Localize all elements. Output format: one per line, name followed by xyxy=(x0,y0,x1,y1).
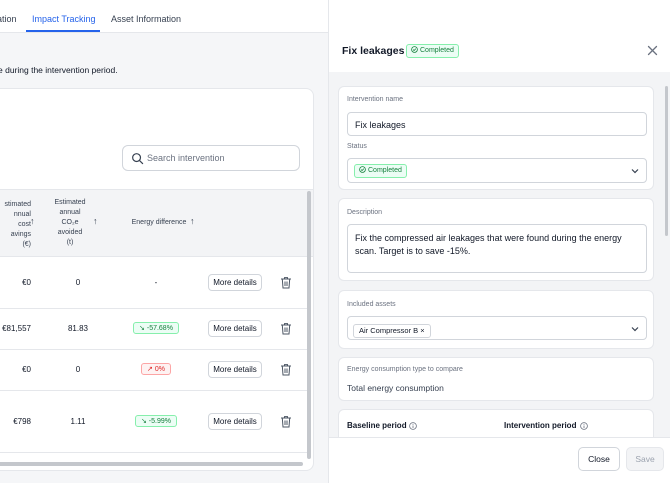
search-input[interactable]: Search intervention xyxy=(122,145,300,171)
search-icon xyxy=(132,153,144,165)
cost-savings-cell: €798 xyxy=(13,417,31,426)
energy-difference-cell: ↗ 0% xyxy=(121,363,191,375)
tab-information[interactable]: ation xyxy=(0,14,17,24)
energy-difference-cell: ↘ -5.99% xyxy=(121,415,191,427)
description-textarea[interactable]: Fix the compressed air leakages that wer… xyxy=(347,224,647,273)
drawer-title: Fix leakages xyxy=(342,45,405,57)
energy-difference-cell: - xyxy=(154,278,158,287)
more-details-button[interactable]: More details xyxy=(208,274,262,291)
included-assets-label: Included assets xyxy=(347,301,396,308)
header-energy-difference[interactable]: Energy difference xyxy=(119,218,199,228)
included-assets-section: Included assets Air Compressor B × xyxy=(338,290,654,349)
energy-difference-badge: ↘ -5.99% xyxy=(135,415,177,427)
intervention-name-label: Intervention name xyxy=(347,96,404,103)
asset-tag[interactable]: Air Compressor B × xyxy=(353,324,431,338)
sort-arrow-icon[interactable]: ↑ xyxy=(30,216,35,226)
check-circle-icon xyxy=(411,46,418,53)
baseline-period-label: Baseline period xyxy=(347,421,407,430)
drawer-scrollbar[interactable] xyxy=(665,86,669,438)
more-details-button[interactable]: More details xyxy=(208,361,262,378)
intervention-drawer: Fix leakages Completed Intervention name… xyxy=(328,0,670,483)
cost-savings-cell: €81,557 xyxy=(2,324,31,333)
sort-arrow-icon[interactable]: ↑ xyxy=(93,216,98,226)
check-circle-icon xyxy=(359,166,366,173)
trash-icon[interactable] xyxy=(280,276,292,289)
sort-arrow-icon[interactable]: ↑ xyxy=(190,216,195,226)
info-icon[interactable] xyxy=(580,422,588,430)
trash-icon[interactable] xyxy=(280,363,292,376)
status-select[interactable]: Completed xyxy=(347,158,647,183)
energy-difference-badge: ↘ -57.68% xyxy=(133,322,179,334)
energy-difference-badge: ↗ 0% xyxy=(141,363,171,375)
intro-text: e during the intervention period. xyxy=(0,65,118,75)
more-details-button[interactable]: More details xyxy=(208,413,262,430)
drawer-footer: Close Save xyxy=(329,437,670,483)
tab-asset-information[interactable]: Asset Information xyxy=(111,14,181,24)
status-badge: Completed xyxy=(406,44,459,58)
energy-type-value: Total energy consumption xyxy=(347,383,444,393)
status-badge-label: Completed xyxy=(420,47,454,54)
energy-difference-cell: ↘ -57.68% xyxy=(121,322,191,334)
header-cost-savings[interactable]: stimated nnual cost avings (€) xyxy=(0,200,31,250)
header-co2-avoided[interactable]: Estimated annual CO₂e avoided (t) xyxy=(49,198,91,248)
table-row: €81,557 81.83 ↘ -57.68% More details xyxy=(0,309,307,350)
status-select-badge: Completed xyxy=(354,164,407,178)
trash-icon[interactable] xyxy=(280,322,292,335)
description-section: Description Fix the compressed air leaka… xyxy=(338,198,654,281)
cost-savings-cell: €0 xyxy=(22,278,31,287)
search-placeholder: Search intervention xyxy=(147,153,225,163)
trash-icon[interactable] xyxy=(280,415,292,428)
table-horizontal-scrollbar[interactable] xyxy=(0,461,305,467)
cost-savings-cell: €0 xyxy=(22,365,31,374)
table-row: €798 1.11 ↘ -5.99% More details xyxy=(0,391,307,453)
co2-avoided-cell: 0 xyxy=(75,365,81,374)
close-icon[interactable] xyxy=(647,45,658,56)
info-icon[interactable] xyxy=(409,422,417,430)
save-button[interactable]: Save xyxy=(626,447,664,471)
intervention-name-input[interactable]: Fix leakages xyxy=(347,112,647,136)
table-row: €0 0 ↗ 0% More details xyxy=(0,350,307,391)
more-details-button[interactable]: More details xyxy=(208,320,262,337)
chevron-down-icon xyxy=(631,327,639,332)
close-button[interactable]: Close xyxy=(578,447,620,471)
co2-avoided-cell: 0 xyxy=(75,278,81,287)
status-label: Status xyxy=(347,143,367,150)
co2-avoided-cell: 81.83 xyxy=(67,324,89,333)
drawer-header: Fix leakages Completed xyxy=(329,0,670,72)
table-vertical-scrollbar[interactable] xyxy=(306,189,312,459)
co2-avoided-cell: 1.11 xyxy=(70,417,86,426)
interventions-card: Search intervention stimated nnual cost … xyxy=(0,88,314,471)
energy-type-label: Energy consumption type to compare xyxy=(347,366,463,373)
tab-impact-tracking[interactable]: Impact Tracking xyxy=(32,14,96,24)
active-tab-indicator xyxy=(26,30,100,32)
included-assets-select[interactable]: Air Compressor B × xyxy=(347,316,647,340)
general-section: Intervention name Fix leakages Status Co… xyxy=(338,86,654,190)
background-page: ation Impact Tracking Asset Information … xyxy=(0,0,328,483)
energy-type-section: Energy consumption type to compare Total… xyxy=(338,357,654,401)
chevron-down-icon xyxy=(631,169,639,174)
intervention-period-label: Intervention period xyxy=(504,421,577,430)
tab-bar: ation Impact Tracking Asset Information xyxy=(0,0,328,33)
table-row: €0 0 - More details xyxy=(0,257,307,309)
description-label: Description xyxy=(347,209,383,216)
table-header: stimated nnual cost avings (€) ↑ Estimat… xyxy=(0,189,313,257)
